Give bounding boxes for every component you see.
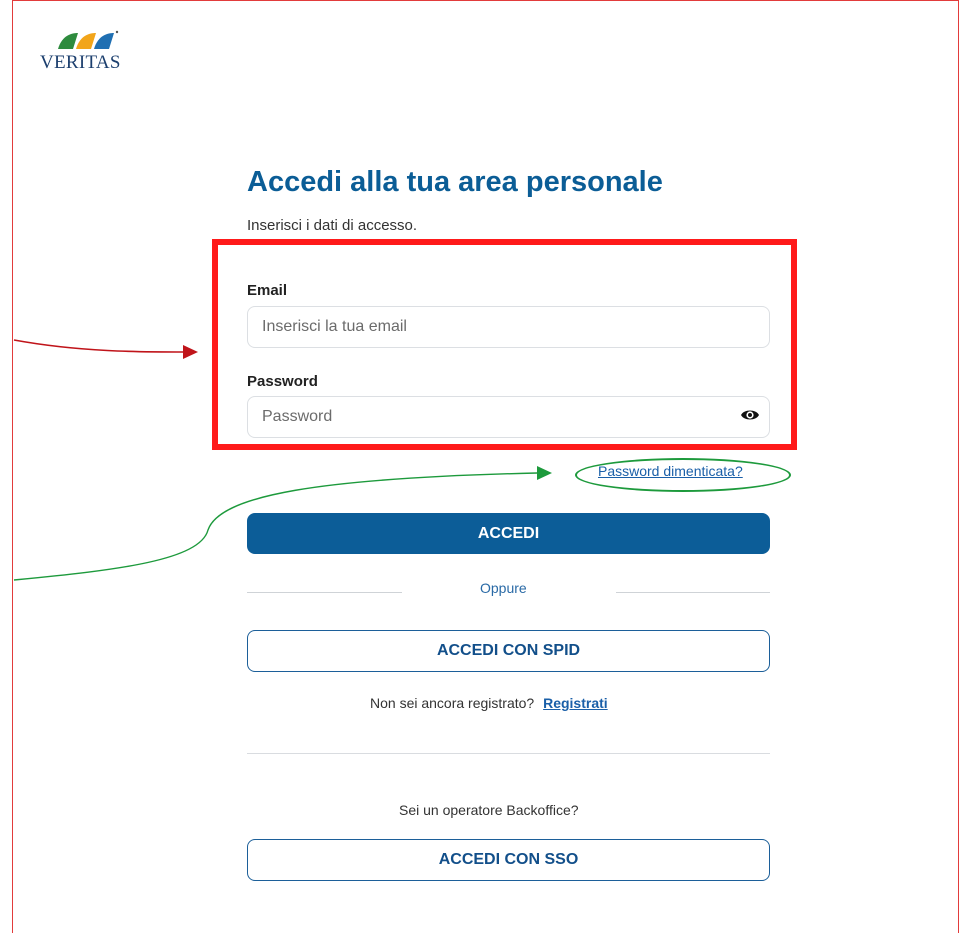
page-frame [12, 0, 959, 933]
logo-wave-orange [76, 33, 96, 49]
divider-line-left [247, 592, 402, 593]
logo-text: VERITAS [40, 52, 121, 73]
register-link[interactable]: Registrati [543, 695, 608, 711]
divider-line-right [616, 592, 770, 593]
credentials-highlight-box [212, 239, 797, 450]
section-separator [247, 753, 770, 754]
page-subtitle: Inserisci i dati di accesso. [247, 217, 418, 234]
logo-wave-blue [94, 33, 114, 49]
forgot-password-highlight-ellipse [575, 458, 791, 492]
login-button[interactable]: ACCEDI [247, 513, 770, 554]
divider-text: Oppure [480, 580, 527, 596]
not-registered-text: Non sei ancora registrato? [370, 695, 535, 711]
sso-login-button[interactable]: ACCEDI CON SSO [247, 839, 770, 881]
page-title: Accedi alla tua area personale [247, 166, 663, 198]
spid-login-button[interactable]: ACCEDI CON SPID [247, 630, 770, 672]
register-prompt: Non sei ancora registrato? Registrati [370, 695, 608, 711]
backoffice-prompt: Sei un operatore Backoffice? [399, 802, 579, 818]
logo-wave-green [58, 33, 78, 49]
